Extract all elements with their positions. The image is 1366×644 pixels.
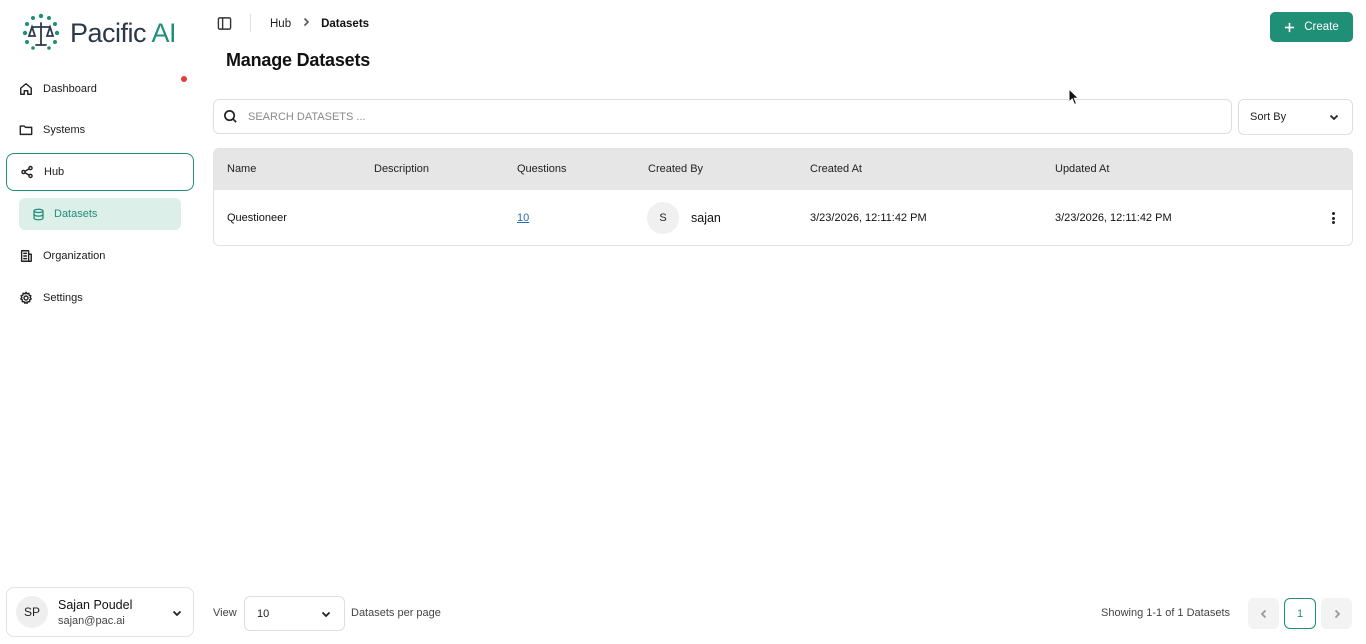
cell-created-by: sajan — [691, 211, 721, 225]
search-input[interactable] — [248, 110, 1148, 123]
page-title: Manage Datasets — [226, 50, 371, 70]
sidebar-subitem-datasets[interactable]: Datasets — [19, 198, 181, 230]
user-menu[interactable]: SP Sajan Poudel sajan@pac.ai — [6, 587, 194, 637]
user-info: Sajan Poudel sajan@pac.ai — [58, 598, 132, 627]
table-row[interactable]: Questioneer 10 S sajan 3/23/2026, 12:11:… — [214, 190, 1352, 245]
breadcrumb: Hub Datasets — [270, 17, 369, 30]
create-button-label: Create — [1304, 21, 1339, 33]
brand-name: Pacific AI — [70, 17, 177, 48]
view-label: View — [213, 607, 237, 619]
app-root: Pacific AI Dashboard Systems Hub Dataset… — [0, 0, 1366, 644]
chevron-left-icon — [1260, 609, 1266, 618]
sidebar-item-systems[interactable]: Systems — [6, 111, 194, 149]
datasets-table: Name Description Questions Created By Cr… — [213, 148, 1353, 246]
sidebar: Pacific AI Dashboard Systems Hub Dataset… — [0, 0, 200, 644]
sidebar-item-label: Organization — [43, 250, 106, 262]
user-name: Sajan Poudel — [58, 597, 133, 612]
chevron-right-icon — [1334, 609, 1340, 618]
user-email: sajan@pac.ai — [58, 614, 125, 627]
cell-name: Questioneer — [227, 212, 287, 224]
page-number-button[interactable]: 1 — [1284, 598, 1316, 629]
per-page-label: Datasets per page — [351, 607, 441, 619]
sidebar-item-organization[interactable]: Organization — [6, 237, 194, 275]
folder-icon — [19, 125, 33, 136]
row-actions-more-icon[interactable] — [1326, 210, 1340, 226]
sidebar-item-label: Hub — [44, 166, 65, 178]
column-header-name: Name — [227, 163, 257, 175]
notification-dot — [181, 76, 187, 82]
column-header-description: Description — [374, 163, 430, 175]
sort-label: Sort By — [1250, 111, 1287, 123]
sort-dropdown[interactable]: Sort By — [1238, 99, 1353, 135]
panel-left-icon — [217, 17, 232, 30]
database-icon — [33, 208, 44, 220]
chevron-down-icon — [172, 610, 182, 617]
column-header-questions: Questions — [517, 163, 567, 175]
next-page-button[interactable] — [1321, 598, 1352, 629]
mouse-cursor-icon — [1068, 88, 1080, 106]
sidebar-subitem-label: Datasets — [54, 208, 98, 220]
sidebar-item-settings[interactable]: Settings — [6, 279, 194, 317]
header-divider — [250, 14, 251, 32]
cell-questions-link[interactable]: 10 — [517, 212, 529, 224]
search-icon — [224, 110, 237, 123]
breadcrumb-hub[interactable]: Hub — [270, 18, 291, 30]
sidebar-toggle-button[interactable] — [217, 16, 232, 31]
breadcrumb-datasets: Datasets — [321, 17, 370, 30]
plus-icon — [1285, 22, 1295, 32]
scales-logo-icon — [22, 13, 60, 50]
sidebar-item-label: Settings — [43, 292, 83, 304]
sidebar-item-dashboard[interactable]: Dashboard — [6, 70, 194, 108]
chevron-right-icon — [301, 17, 311, 30]
share-icon — [21, 165, 33, 179]
cell-created-at: 3/23/2026, 12:11:42 PM — [810, 212, 927, 224]
cell-updated-at: 3/23/2026, 12:11:42 PM — [1055, 212, 1172, 224]
sidebar-item-hub[interactable]: Hub — [6, 153, 194, 191]
create-button[interactable]: Create — [1270, 12, 1353, 42]
sidebar-item-label: Dashboard — [43, 83, 97, 95]
chevron-down-icon — [1329, 114, 1339, 121]
previous-page-button[interactable] — [1248, 598, 1279, 629]
column-header-updated-at: Updated At — [1055, 163, 1110, 175]
building-icon — [20, 250, 32, 262]
per-page-select[interactable]: 10 — [244, 596, 345, 631]
home-icon — [20, 83, 32, 95]
chevron-down-icon — [321, 611, 331, 617]
pagination-summary: Showing 1-1 of 1 Datasets — [1101, 607, 1231, 619]
logo[interactable]: Pacific AI — [20, 12, 177, 54]
sidebar-item-label: Systems — [43, 124, 86, 136]
avatar: S — [647, 202, 679, 234]
avatar: SP — [16, 596, 48, 628]
column-header-created-at: Created At — [810, 163, 862, 175]
column-header-created-by: Created By — [648, 163, 704, 175]
per-page-value: 10 — [257, 607, 270, 620]
table-header: Name Description Questions Created By Cr… — [214, 149, 1352, 190]
gear-icon — [20, 291, 32, 305]
